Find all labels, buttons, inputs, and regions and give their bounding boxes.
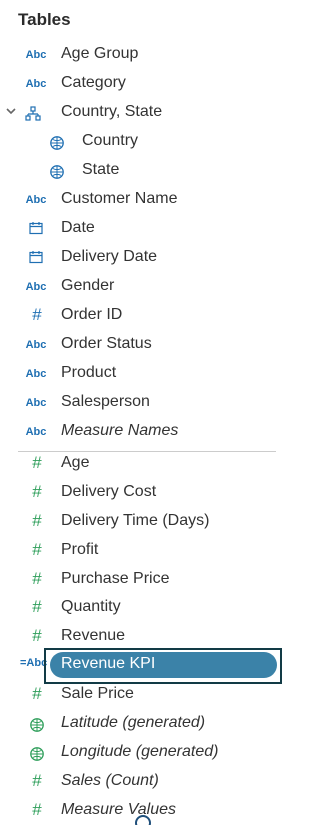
calendar-icon bbox=[28, 220, 44, 236]
string-icon: Abc bbox=[25, 339, 47, 351]
field-label: Order ID bbox=[61, 306, 123, 323]
panel-title: Tables bbox=[18, 10, 71, 29]
field-label: Longitude (generated) bbox=[61, 743, 219, 760]
field-product[interactable]: Abc Product bbox=[0, 359, 289, 388]
globe-icon bbox=[48, 163, 66, 181]
field-measure-names[interactable]: Abc Measure Names bbox=[0, 417, 289, 446]
number-icon: # bbox=[32, 482, 42, 501]
field-date[interactable]: Date bbox=[0, 214, 289, 243]
field-category[interactable]: Abc Category bbox=[0, 69, 289, 98]
chevron-down-icon[interactable] bbox=[6, 106, 16, 116]
field-label: Measure Values bbox=[61, 801, 177, 818]
field-country-state-hierarchy[interactable]: Country, State bbox=[0, 98, 289, 127]
field-label: Order Status bbox=[61, 335, 152, 352]
string-icon: Abc bbox=[25, 368, 47, 380]
field-customer-name[interactable]: Abc Customer Name bbox=[0, 185, 289, 214]
field-label: Profit bbox=[61, 541, 99, 558]
field-label: Country, State bbox=[61, 103, 163, 120]
number-icon: # bbox=[32, 511, 42, 530]
string-icon: Abc bbox=[25, 426, 47, 438]
field-sales-count[interactable]: # Sales (Count) bbox=[0, 767, 289, 796]
field-label: Category bbox=[61, 74, 126, 91]
globe-icon bbox=[48, 134, 66, 152]
number-icon: # bbox=[32, 597, 42, 616]
string-icon: Abc bbox=[25, 78, 47, 90]
field-label: Date bbox=[61, 219, 95, 236]
number-icon: # bbox=[32, 540, 42, 559]
string-icon: Abc bbox=[25, 194, 47, 206]
field-quantity[interactable]: # Quantity bbox=[0, 593, 289, 622]
field-label: Age bbox=[61, 454, 90, 471]
field-delivery-time-days[interactable]: # Delivery Time (Days) bbox=[0, 507, 289, 536]
field-label: Purchase Price bbox=[61, 570, 170, 587]
number-icon: # bbox=[32, 771, 42, 790]
field-age-group[interactable]: Abc Age Group bbox=[0, 40, 289, 69]
field-label: Country bbox=[82, 132, 139, 149]
field-country[interactable]: Country bbox=[0, 127, 289, 156]
field-profit[interactable]: # Profit bbox=[0, 536, 289, 565]
number-icon: # bbox=[32, 800, 42, 819]
field-order-status[interactable]: Abc Order Status bbox=[0, 330, 289, 359]
string-icon: Abc bbox=[25, 397, 47, 409]
field-age[interactable]: # Age bbox=[0, 449, 289, 478]
field-label: Customer Name bbox=[61, 190, 178, 207]
number-icon: # bbox=[32, 453, 42, 472]
field-latitude-generated[interactable]: Latitude (generated) bbox=[0, 709, 289, 738]
number-icon: # bbox=[32, 569, 42, 588]
field-label: Age Group bbox=[61, 45, 139, 62]
field-salesperson[interactable]: Abc Salesperson bbox=[0, 388, 289, 417]
data-pane: Tables Abc Age Group Abc Category Countr… bbox=[0, 0, 289, 825]
field-gender[interactable]: Abc Gender bbox=[0, 272, 289, 301]
field-order-id[interactable]: # Order ID bbox=[0, 301, 289, 330]
string-icon: Abc bbox=[25, 49, 47, 61]
field-longitude-generated[interactable]: Longitude (generated) bbox=[0, 738, 289, 767]
field-label: Salesperson bbox=[61, 393, 150, 410]
globe-icon bbox=[28, 745, 46, 763]
cursor-indicator-icon bbox=[135, 815, 151, 825]
field-label: Revenue bbox=[61, 627, 126, 644]
field-delivery-cost[interactable]: # Delivery Cost bbox=[0, 478, 289, 507]
field-label: Product bbox=[61, 364, 117, 381]
field-label: Delivery Time (Days) bbox=[61, 512, 210, 529]
field-label: Measure Names bbox=[61, 422, 179, 439]
field-purchase-price[interactable]: # Purchase Price bbox=[0, 565, 289, 594]
globe-icon bbox=[28, 716, 46, 734]
string-icon: Abc bbox=[25, 281, 47, 293]
field-label: Delivery Cost bbox=[61, 483, 157, 500]
field-delivery-date[interactable]: Delivery Date bbox=[0, 243, 289, 272]
number-icon: # bbox=[32, 684, 42, 703]
calendar-icon bbox=[28, 249, 44, 265]
field-revenue[interactable]: # Revenue bbox=[0, 622, 289, 651]
field-state[interactable]: State bbox=[0, 156, 289, 185]
number-icon: # bbox=[32, 305, 42, 324]
field-label: Gender bbox=[61, 277, 115, 294]
field-label: Sales (Count) bbox=[61, 772, 159, 789]
field-label: Revenue KPI bbox=[61, 655, 156, 672]
field-revenue-kpi[interactable]: Revenue KPI bbox=[50, 652, 277, 678]
field-label: Quantity bbox=[61, 598, 121, 615]
number-icon: # bbox=[32, 626, 42, 645]
hierarchy-icon bbox=[24, 105, 42, 123]
field-label: Sale Price bbox=[61, 685, 134, 702]
field-label: State bbox=[82, 161, 120, 178]
field-label: Delivery Date bbox=[61, 248, 158, 265]
field-label: Latitude (generated) bbox=[61, 714, 206, 731]
field-sale-price[interactable]: # Sale Price bbox=[0, 680, 289, 709]
